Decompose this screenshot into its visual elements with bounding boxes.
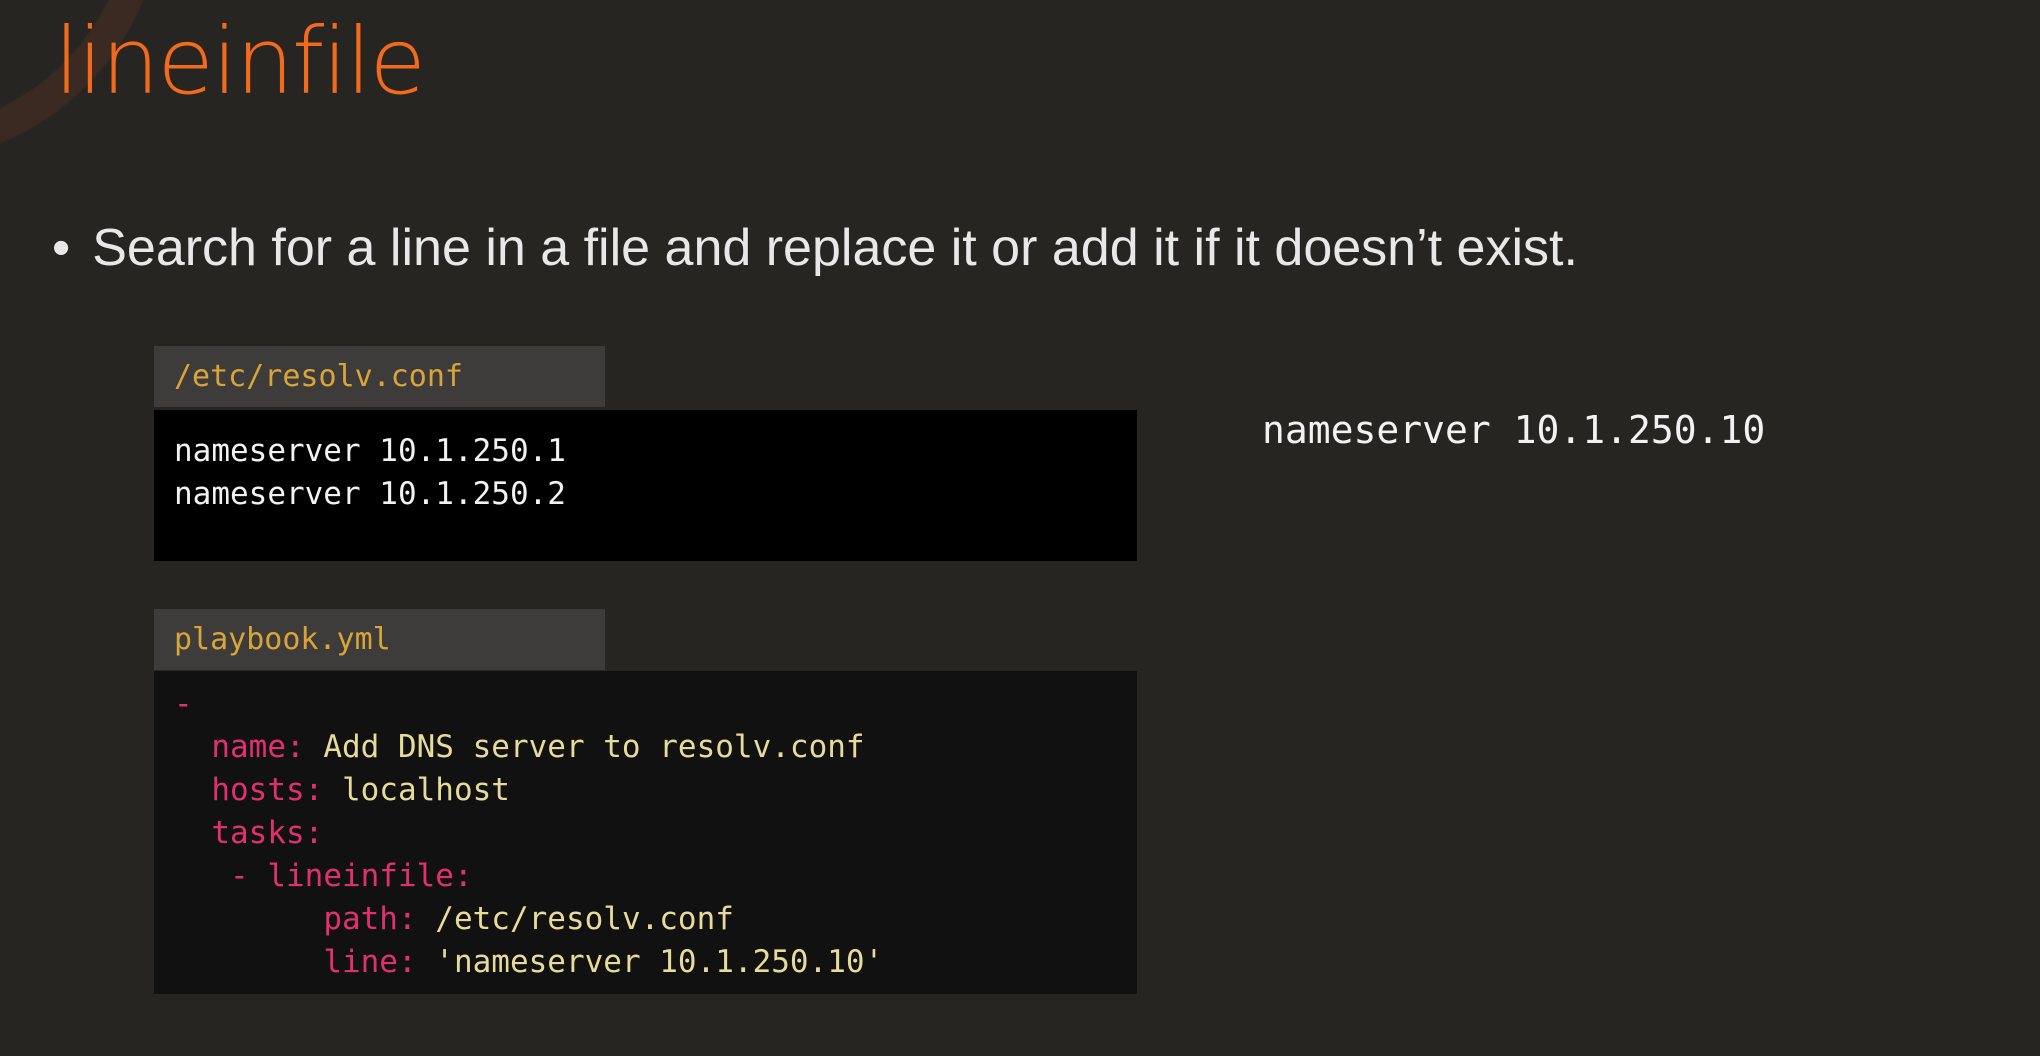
yaml-key: name: <box>211 729 305 765</box>
code-line: hosts: localhost <box>174 769 1137 812</box>
yaml-value: localhost <box>323 772 510 808</box>
yaml-value: 'nameserver 10.1.250.10' <box>416 944 884 980</box>
slide-title: lineinfile <box>54 8 426 115</box>
playbook-content: - name: Add DNS server to resolv.conf ho… <box>154 671 1137 994</box>
yaml-key: - <box>174 686 193 722</box>
code-line: path: /etc/resolv.conf <box>174 898 1137 941</box>
yaml-key: line: <box>323 944 417 980</box>
code-line: - <box>174 683 1137 726</box>
code-line: name: Add DNS server to resolv.conf <box>174 726 1137 769</box>
yaml-key: hosts: <box>211 772 324 808</box>
bullet-icon: • <box>52 219 71 277</box>
yaml-value: /etc/resolv.conf <box>416 901 734 937</box>
bullet-text: Search for a line in a file and replace … <box>92 219 1578 277</box>
code-line: line: 'nameserver 10.1.250.10' <box>174 941 1137 984</box>
yaml-value: Add DNS server to resolv.conf <box>304 729 865 765</box>
new-nameserver-line: nameserver 10.1.250.10 <box>1262 408 1766 452</box>
yaml-key: path: <box>323 901 417 937</box>
resolv-conf-header: /etc/resolv.conf <box>154 346 605 407</box>
code-line: nameserver 10.1.250.2 <box>174 476 566 512</box>
bullet-point: • Search for a line in a file and replace… <box>52 218 2012 278</box>
yaml-key: tasks: <box>211 815 324 851</box>
resolv-conf-content: nameserver 10.1.250.1 nameserver 10.1.25… <box>154 410 1137 561</box>
code-line: nameserver 10.1.250.1 <box>174 433 566 469</box>
code-line: tasks: <box>174 812 1137 855</box>
code-line: - lineinfile: <box>174 855 1137 898</box>
playbook-header: playbook.yml <box>154 609 605 670</box>
yaml-key: - lineinfile: <box>230 858 473 894</box>
